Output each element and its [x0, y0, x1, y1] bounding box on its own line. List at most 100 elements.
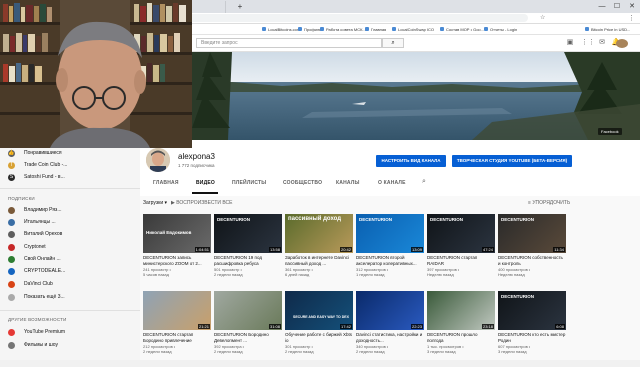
video-title[interactable]: Заработок в интернете Davinci пассивный …: [285, 255, 353, 266]
video-card[interactable]: 23:18 DECENTURION прошло полгода 1 тыс. пр…: [427, 291, 495, 367]
bookmark-item[interactable]: Профиль: [298, 25, 321, 34]
video-title[interactable]: Davinci статистика, настройки и доходнос…: [356, 332, 424, 343]
video-thumbnail[interactable]: DECENTURION 13:58: [214, 214, 282, 253]
sidebar-item-label: Trade Coin Club -...: [24, 162, 68, 168]
video-thumbnail[interactable]: DECENTURION 47:24: [427, 214, 495, 253]
video-thumbnail[interactable]: 21:21: [143, 291, 211, 330]
bookmark-item[interactable]: LocalCoinSwap ICO: [392, 25, 434, 34]
tab-videos[interactable]: ВИДЕО: [196, 180, 215, 186]
video-card[interactable]: 22:23 Davinci статистика, настройки и дох…: [356, 291, 424, 367]
uploads-dropdown[interactable]: Загрузки ▾: [143, 200, 167, 206]
video-duration: 31:08: [268, 324, 281, 329]
tab-playlists[interactable]: ПЛЕЙЛИСТЫ: [232, 180, 266, 186]
video-card[interactable]: DECENTURION 13:58 DECENTURION 19 под расши…: [214, 214, 282, 290]
channel-search-icon[interactable]: ⌕: [422, 178, 426, 186]
bookmark-item[interactable]: Главная: [365, 25, 386, 34]
sidebar-item-label: Виталий Орехов: [24, 231, 63, 237]
video-thumbnail[interactable]: 22:23: [356, 291, 424, 330]
close-window-button[interactable]: ✕: [624, 0, 640, 13]
apps-icon[interactable]: ⋮⋮: [581, 38, 595, 48]
sidebar-item-label: Показать ещё 3...: [24, 294, 65, 300]
video-title[interactable]: DECENTURION Бородино Девелопмент ...: [214, 332, 282, 343]
video-card[interactable]: DECENTURION 11:34 DECENTURION собственност…: [498, 214, 566, 290]
bookmark-label: LocalBitcoins.com: [268, 27, 301, 32]
sidebar-item[interactable]: 👍 Понравившиеся: [0, 148, 140, 159]
bookmark-item[interactable]: LocalBitcoins.com: [262, 25, 300, 34]
play-all-button[interactable]: ▶ ВОСПРОИЗВЕСТИ ВСЕ: [171, 200, 233, 206]
video-title[interactable]: DECENTURION 19 под расшифровка ребуса: [214, 255, 282, 266]
sidebar-item[interactable]: YouTube Premium: [0, 327, 140, 338]
sidebar-item[interactable]: Cryptonet: [0, 242, 140, 253]
video-card[interactable]: DECENTURION 47:24 DECENTURION стартап RAID…: [427, 214, 495, 290]
video-title[interactable]: DECENTURION собственность и контроль: [498, 255, 566, 266]
video-card[interactable]: 31:08 DECENTURION Бородино Девелопмент ..…: [214, 291, 282, 367]
sidebar-item-icon: T: [8, 162, 15, 169]
sidebar-item[interactable]: Виталий Орехов: [0, 229, 140, 240]
video-thumbnail[interactable]: 23:18: [427, 291, 495, 330]
menu-icon[interactable]: ⋮: [628, 14, 635, 22]
subscriptions-heading: ПОДПИСКИ: [8, 196, 35, 201]
video-thumbnail[interactable]: DECENTURION 13:09: [356, 214, 424, 253]
sidebar-item[interactable]: Фильмы и шоу: [0, 340, 140, 351]
video-title[interactable]: DECENTURION прошло полгода: [427, 332, 495, 343]
video-card[interactable]: SECURE AND EASY WAY TO DEX 17:42 Обучение …: [285, 291, 353, 367]
sidebar-item[interactable]: CRYPTODEALE...: [0, 266, 140, 277]
sidebar-item-label: Свой Онлайн ...: [24, 256, 61, 262]
video-card[interactable]: 21:21 DECENTURION стартап Бородино привле…: [143, 291, 211, 367]
sidebar-item[interactable]: Показать ещё 3...: [0, 292, 140, 303]
studio-button[interactable]: ТВОРЧЕСКАЯ СТУДИЯ YOUTUBE (БЕТА-ВЕРСИЯ): [452, 155, 572, 167]
video-card[interactable]: Николай Евдокимов 1:04:51 DECENTURION запи…: [143, 214, 211, 290]
sort-icon: ≡: [528, 200, 531, 206]
sidebar-item-icon: [8, 231, 15, 238]
video-thumbnail[interactable]: пассивный доход 20:42: [285, 214, 353, 253]
account-avatar[interactable]: [616, 39, 628, 48]
channel-banner: Facebook: [192, 52, 640, 140]
sidebar-item[interactable]: T Trade Coin Club -...: [0, 160, 140, 171]
customize-channel-button[interactable]: НАСТРОИТЬ ВИД КАНАЛА: [376, 155, 446, 167]
video-card[interactable]: пассивный доход 20:42 Заработок в интернет…: [285, 214, 353, 290]
banner-social-link[interactable]: Facebook: [598, 128, 622, 135]
sidebar-item[interactable]: S Satoshi Fund - в...: [0, 172, 140, 183]
bookmark-item[interactable]: Отчеты - Login: [484, 25, 517, 34]
bookmark-item[interactable]: Bitcoin Price in USD...: [585, 25, 630, 34]
minimize-button[interactable]: —: [594, 0, 610, 13]
bookmark-favicon-icon: [440, 27, 444, 31]
new-tab-button[interactable]: +: [232, 0, 248, 13]
star-icon[interactable]: ☆: [540, 14, 545, 21]
video-card[interactable]: DECENTURION 6:08 DECENTURION кто есть мист…: [498, 291, 566, 367]
create-video-icon[interactable]: ▣: [565, 38, 575, 48]
tab-community[interactable]: СООБЩЕСТВО: [283, 180, 322, 186]
tab-home[interactable]: ГЛАВНАЯ: [153, 180, 179, 186]
sidebar-item[interactable]: DaVinci Club: [0, 279, 140, 290]
messages-icon[interactable]: ✉: [597, 38, 607, 48]
video-title[interactable]: Обучение работе с биржей Xbts io: [285, 332, 353, 343]
video-title[interactable]: DECENTURION второй акселератор колератив…: [356, 255, 424, 266]
video-title[interactable]: DECENTURION кто есть мистер Родин: [498, 332, 566, 343]
sidebar-item[interactable]: Владимир Ряз...: [0, 205, 140, 216]
sidebar-item-label: Cryptonet: [24, 244, 46, 250]
bookmark-favicon-icon: [298, 27, 302, 31]
video-title[interactable]: DECENTURION запись министерского ZOOM от…: [143, 255, 211, 266]
video-thumbnail[interactable]: DECENTURION 11:34: [498, 214, 566, 253]
tab-channels[interactable]: КАНАЛЫ: [336, 180, 360, 186]
sort-button[interactable]: ≡ УПОРЯДОЧИТЬ: [528, 200, 570, 206]
video-thumbnail[interactable]: SECURE AND EASY WAY TO DEX 17:42: [285, 291, 353, 330]
bookmark-item[interactable]: Работа совета МСК...: [320, 25, 366, 34]
video-thumbnail[interactable]: Николай Евдокимов 1:04:51: [143, 214, 211, 253]
search-input[interactable]: Введите запрос: [196, 38, 382, 48]
search-icon[interactable]: ⌕: [382, 38, 404, 48]
channel-avatar[interactable]: [146, 148, 170, 172]
video-card[interactable]: DECENTURION 13:09 DECENTURION второй аксел…: [356, 214, 424, 290]
sidebar-item-icon: [8, 268, 15, 275]
thumbnail-caption: SECURE AND EASY WAY TO DEX: [293, 315, 349, 319]
sidebar-item[interactable]: Итальянцы ...: [0, 217, 140, 228]
video-thumbnail[interactable]: 31:08: [214, 291, 282, 330]
video-title[interactable]: DECENTURION стартап RAIDAR: [427, 255, 495, 266]
maximize-button[interactable]: ☐: [609, 0, 625, 13]
video-thumbnail[interactable]: DECENTURION 6:08: [498, 291, 566, 330]
video-title[interactable]: DECENTURION стартап Бородино привлечение…: [143, 332, 211, 343]
bookmark-item[interactable]: Состав МОР • Goo...: [440, 25, 484, 34]
tab-about[interactable]: О КАНАЛЕ: [378, 180, 406, 186]
sidebar-item[interactable]: Свой Онлайн ...: [0, 254, 140, 265]
avatar-image: [146, 148, 170, 172]
